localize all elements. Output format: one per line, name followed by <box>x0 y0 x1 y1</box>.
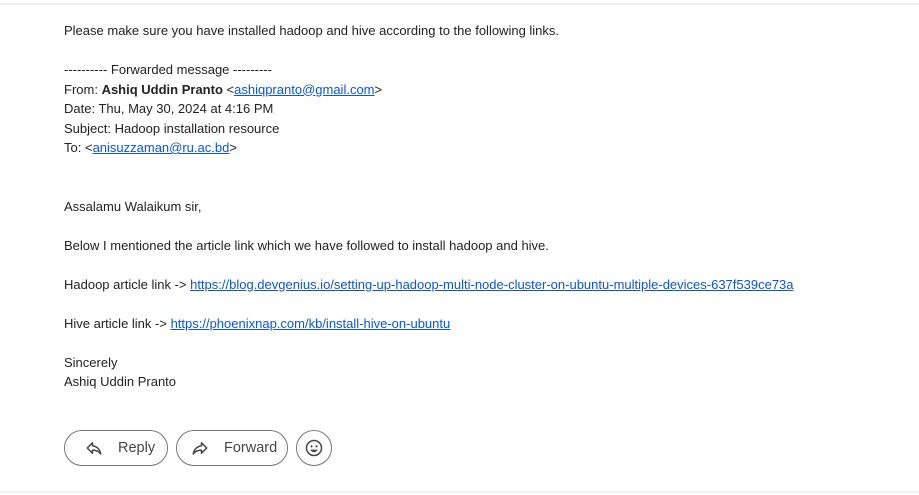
reply-arrow-icon <box>85 439 103 457</box>
closing-text: Sincerely <box>64 354 118 370</box>
hadoop-article-link[interactable]: https://blog.devgenius.io/setting-up-had… <box>190 277 793 292</box>
from-line: From: Ashiq Uddin Pranto <ashiqpranto@gm… <box>64 81 383 97</box>
date-line: Date: Thu, May 30, 2024 at 4:16 PM <box>64 101 274 116</box>
subject-line: Subject: Hadoop installation resource <box>64 120 280 136</box>
message-actions: Reply Forward <box>64 430 332 466</box>
intro-text: Please make sure you have installed hado… <box>64 23 560 38</box>
body-text: Below I mentioned the article link which… <box>64 237 549 253</box>
forward-label: Forward <box>224 440 278 456</box>
hive-article-link[interactable]: https://phoenixnap.com/kb/install-hive-o… <box>171 316 451 331</box>
from-label: From: <box>64 81 102 97</box>
signature-text: Ashiq Uddin Pranto <box>64 374 177 389</box>
emoji-reaction-icon <box>304 438 324 458</box>
bottom-divider <box>0 491 919 493</box>
hadoop-link-line: Hadoop article link -> https://blog.devg… <box>64 275 904 295</box>
hadoop-link-label: Hadoop article link -> <box>64 276 191 292</box>
forward-button[interactable]: Forward <box>176 430 288 466</box>
hive-link-line: Hive article link -> https://phoenixnap.… <box>64 314 904 334</box>
forwarded-header: ---------- Forwarded message --------- <box>64 62 272 77</box>
hive-link-label: Hive article link -> <box>64 315 171 331</box>
reply-label: Reply <box>118 440 156 456</box>
to-label: To: <box>64 140 85 155</box>
top-divider <box>0 3 919 5</box>
emoji-reaction-button[interactable] <box>296 430 332 466</box>
message-body: Please make sure you have installed hado… <box>64 21 904 392</box>
recipient-email-link[interactable]: anisuzzaman@ru.ac.bd <box>93 140 230 155</box>
sender-name: Ashiq Uddin Pranto <box>101 81 223 97</box>
reply-button[interactable]: Reply <box>64 430 168 466</box>
forward-arrow-icon <box>191 439 209 457</box>
sender-email-link[interactable]: ashiqpranto@gmail.com <box>234 82 374 97</box>
to-line: To: <anisuzzaman@ru.ac.bd> <box>64 140 237 155</box>
greeting-text: Assalamu Walaikum sir, <box>64 198 202 214</box>
